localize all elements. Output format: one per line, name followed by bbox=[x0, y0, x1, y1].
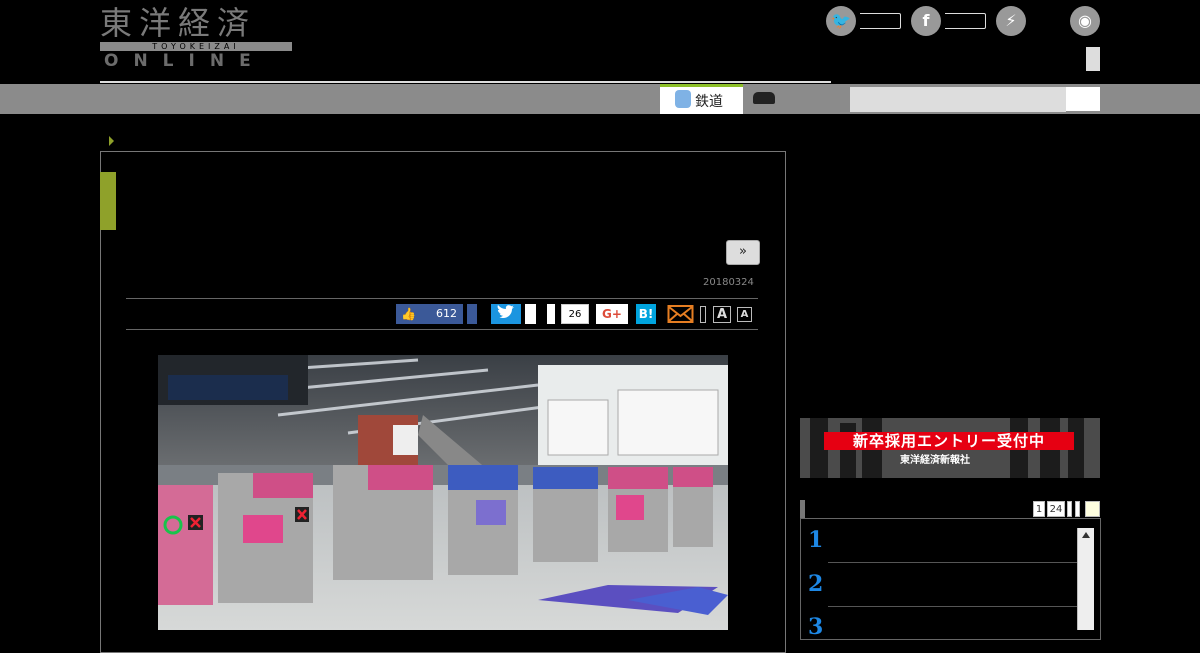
search-button[interactable] bbox=[1066, 87, 1100, 111]
facebook-share-button[interactable] bbox=[467, 304, 477, 324]
banner-subtitle: 東洋経済新報社 bbox=[900, 455, 970, 466]
ranking-list-icon[interactable] bbox=[1085, 501, 1100, 517]
header-divider bbox=[100, 81, 831, 83]
ranking-page-24[interactable]: 24 bbox=[1047, 501, 1065, 517]
logo-main[interactable]: 東洋経済 bbox=[100, 6, 256, 40]
facebook-like-button[interactable]: 👍 612 bbox=[396, 304, 463, 324]
search-input[interactable] bbox=[850, 87, 1066, 112]
thumbs-up-icon: 👍 bbox=[401, 307, 416, 321]
like-count: 612 bbox=[436, 307, 457, 320]
rss-icon[interactable]: ◉ bbox=[1070, 6, 1100, 36]
ranking-page-1[interactable]: 1 bbox=[1033, 501, 1045, 517]
facebook-icon[interactable]: f bbox=[911, 6, 941, 36]
print-button[interactable] bbox=[700, 306, 706, 323]
logo-online: ONLINE bbox=[104, 51, 266, 71]
ranking-scrollbar[interactable] bbox=[1077, 528, 1094, 630]
rank-divider bbox=[828, 562, 1078, 563]
breadcrumb-arrow-icon bbox=[109, 136, 114, 146]
mail-icon[interactable] bbox=[667, 303, 694, 325]
google-plus-button[interactable]: G+ bbox=[596, 304, 628, 324]
tweet-button[interactable] bbox=[491, 304, 521, 324]
share-top-divider bbox=[126, 298, 758, 299]
tweet-count-box bbox=[525, 304, 536, 324]
tab-rail-label: 鉄道 bbox=[695, 94, 723, 110]
article-date: 20180324 bbox=[703, 277, 754, 288]
ticket-gate-image bbox=[158, 355, 728, 630]
twitter-count-box bbox=[860, 13, 901, 29]
rank-number-2: 2 bbox=[808, 571, 824, 597]
hatena-bookmark-button[interactable]: B! bbox=[636, 304, 656, 324]
ranking-page-tab-a[interactable] bbox=[1067, 501, 1072, 517]
next-page-button[interactable]: » bbox=[726, 240, 760, 265]
title-accent-bar bbox=[100, 172, 116, 230]
menu-button[interactable] bbox=[1086, 47, 1100, 71]
banner-title: 新卒採用エントリー受付中 bbox=[824, 432, 1074, 450]
article-photo bbox=[158, 355, 728, 630]
messenger-icon[interactable]: ⚡ bbox=[996, 6, 1026, 36]
ranking-list bbox=[800, 518, 1101, 640]
rank-number-3: 3 bbox=[808, 614, 824, 640]
rank-number-1: 1 bbox=[808, 527, 824, 553]
twitter-icon[interactable]: 🐦 bbox=[826, 6, 856, 36]
facebook-count-box bbox=[945, 13, 986, 29]
logo-sub: TOYOKEIZAI bbox=[100, 42, 292, 51]
ranking-header-accent bbox=[800, 500, 805, 518]
twitter-bird-icon bbox=[497, 305, 514, 319]
car-icon[interactable] bbox=[753, 92, 775, 104]
font-large-button[interactable]: A bbox=[713, 306, 731, 323]
comment-icon[interactable] bbox=[547, 304, 555, 324]
scroll-up-icon[interactable] bbox=[1082, 532, 1090, 538]
rank-divider bbox=[828, 606, 1078, 607]
share-bottom-divider bbox=[126, 329, 758, 330]
train-icon bbox=[675, 90, 691, 108]
comment-count: 26 bbox=[561, 304, 589, 324]
ranking-page-tab-b[interactable] bbox=[1075, 501, 1080, 517]
font-small-button[interactable]: A bbox=[737, 307, 752, 322]
